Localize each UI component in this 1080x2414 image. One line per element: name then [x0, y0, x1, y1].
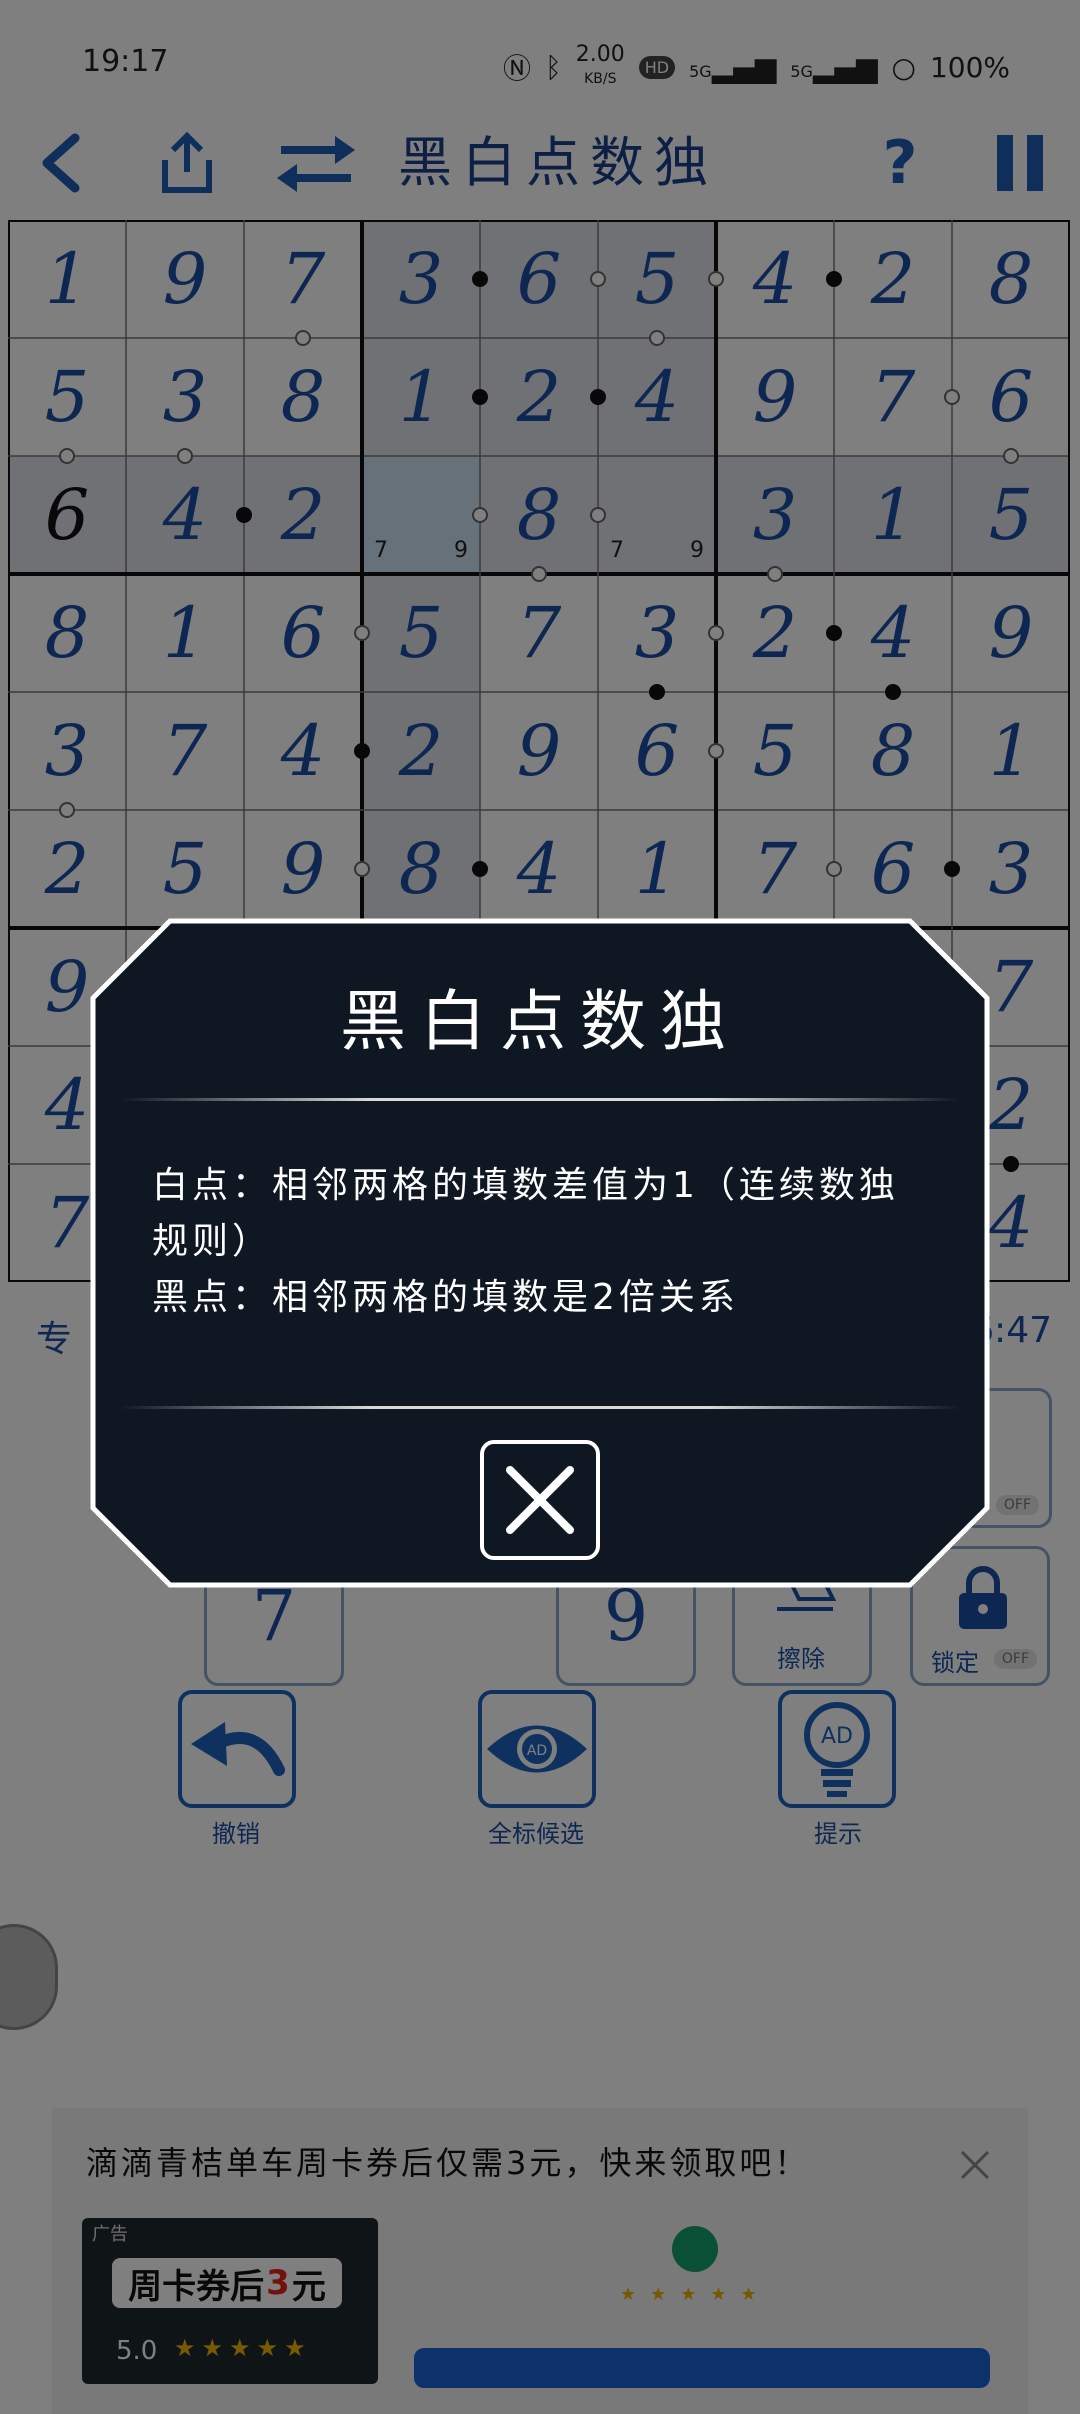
rule-black-dot: 黑点：相邻两格的填数是2倍关系 — [152, 1277, 739, 1318]
rules-dialog: 黑白点数独 白点：相邻两格的填数差值为1（连续数独规则） 黑点：相邻两格的填数是… — [90, 918, 990, 1588]
divider — [120, 1406, 960, 1409]
close-icon — [506, 1466, 574, 1534]
dialog-body: 白点：相邻两格的填数差值为1（连续数独规则） 黑点：相邻两格的填数是2倍关系 — [152, 1158, 932, 1326]
divider — [120, 1098, 960, 1101]
dialog-title: 黑白点数独 — [340, 983, 740, 1060]
dialog-close-button[interactable] — [480, 1440, 600, 1560]
rule-white-dot: 白点：相邻两格的填数差值为1（连续数独规则） — [152, 1165, 899, 1262]
